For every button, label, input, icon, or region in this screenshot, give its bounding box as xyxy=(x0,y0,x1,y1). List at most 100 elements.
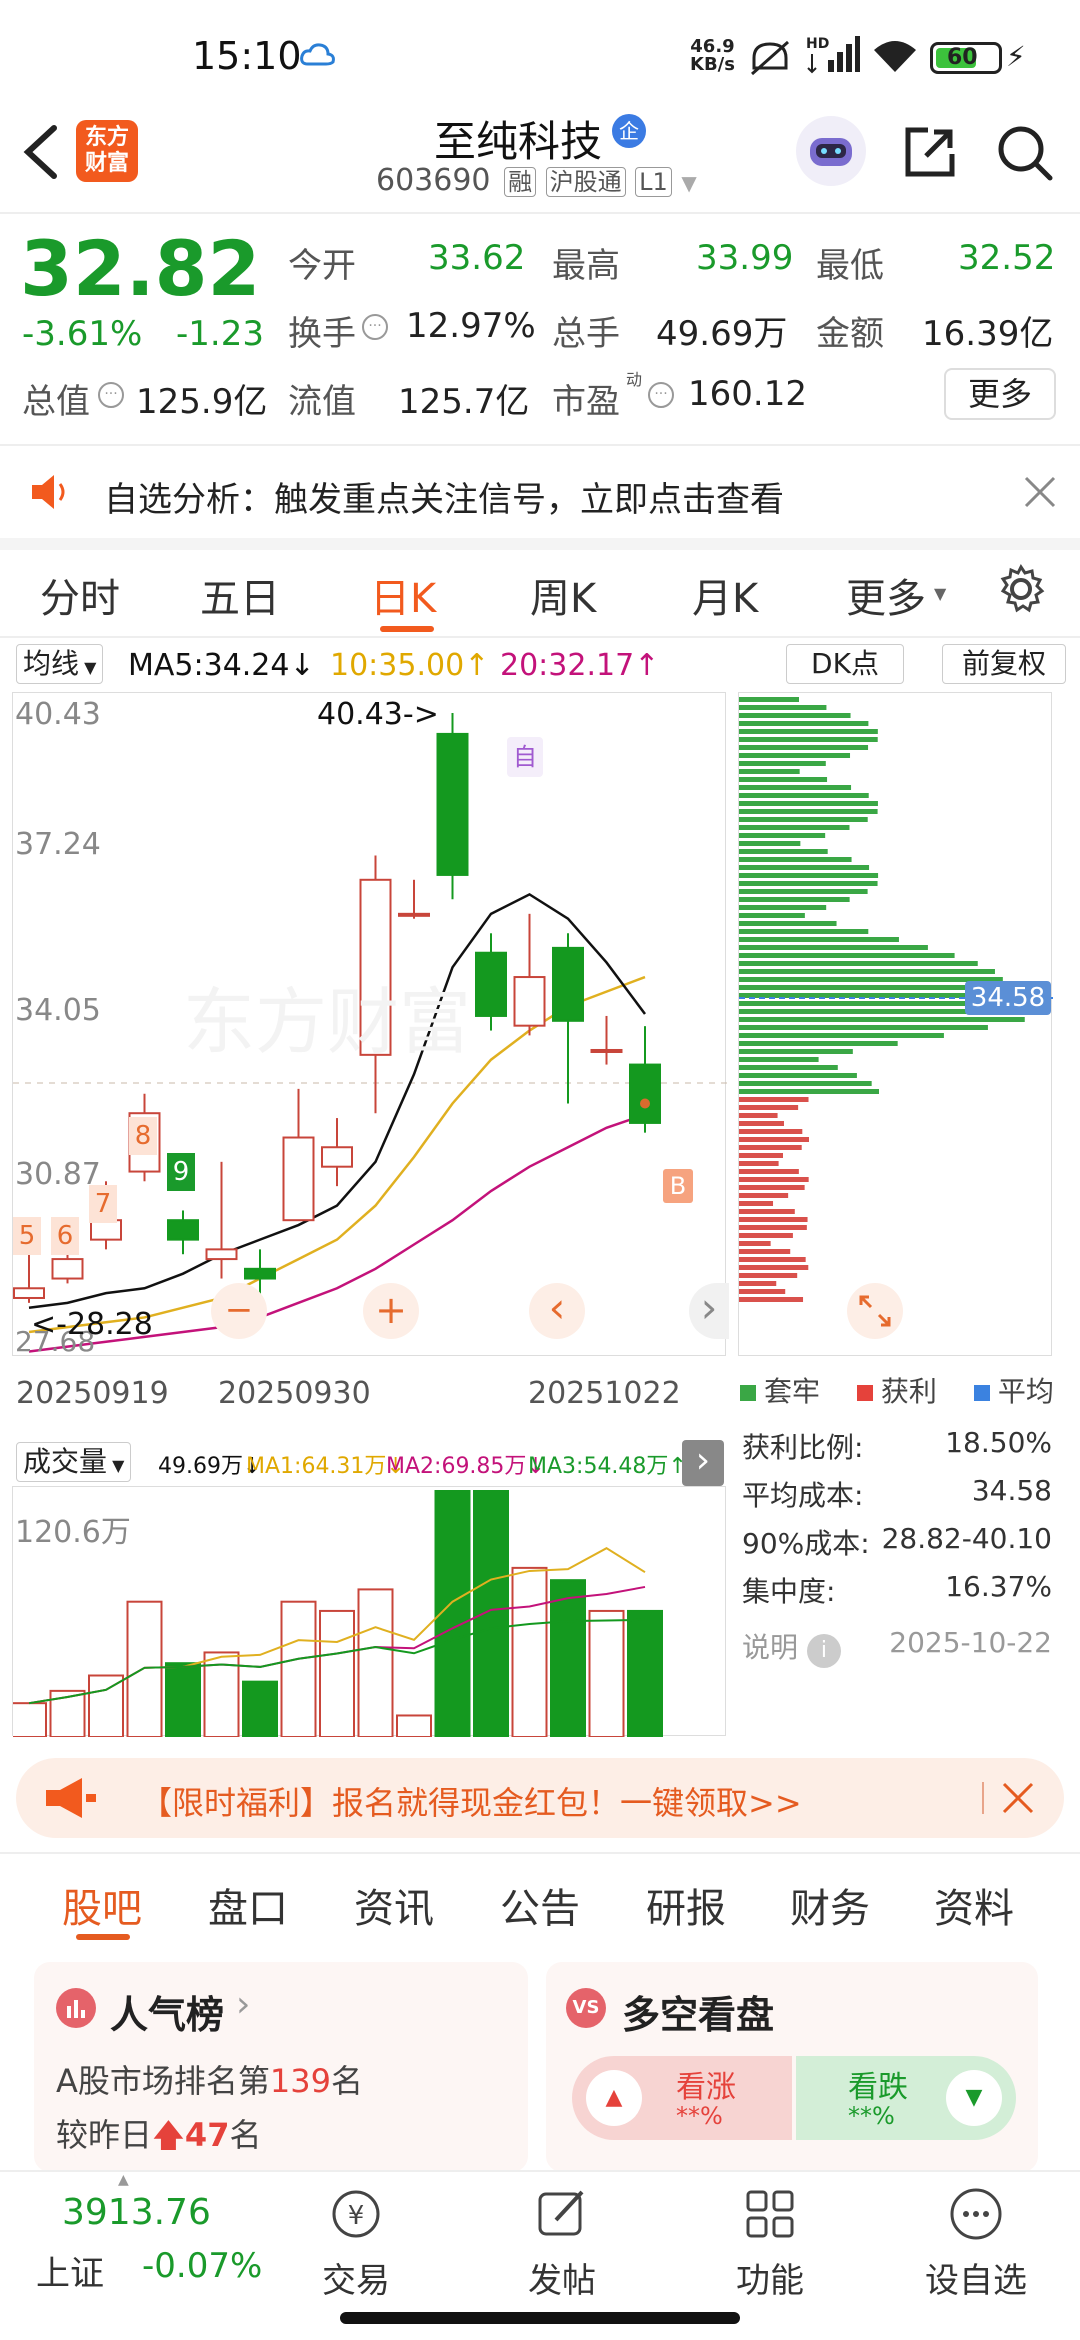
x-label-1: 20250930 xyxy=(218,1376,371,1411)
delta-suffix: 名 xyxy=(229,2116,262,2154)
tab-research[interactable]: 研报 xyxy=(646,1876,726,1934)
search-icon[interactable] xyxy=(996,124,1054,182)
dropdown-icon[interactable]: ▼ xyxy=(681,171,696,195)
ma-select[interactable]: 均线 ▼ xyxy=(16,644,104,684)
promo-banner[interactable]: 【限时福利】报名就得现金红包！一键领取>> xyxy=(16,1758,1064,1838)
info-icon[interactable]: ··· xyxy=(362,314,388,340)
tab-intraday[interactable]: 分时 xyxy=(40,566,120,624)
adjust-label: 前复权 xyxy=(961,647,1046,680)
zoom-out-button[interactable]: − xyxy=(211,1283,267,1339)
cost-distribution[interactable]: 34.58 xyxy=(738,692,1053,1356)
high-marker: 40.43-> xyxy=(317,697,439,732)
volume-expand-button[interactable]: › xyxy=(682,1440,724,1486)
prev-button[interactable]: ‹ xyxy=(529,1283,585,1339)
cost-bar xyxy=(739,1201,774,1206)
cost-bar xyxy=(739,1257,806,1262)
tab-orderbook[interactable]: 盘口 xyxy=(208,1876,288,1934)
megaphone-icon xyxy=(42,1776,98,1820)
vol-ma3-text: MA3:54.48万 xyxy=(528,1454,669,1479)
y-label-0: 40.43 xyxy=(15,697,101,732)
more-button[interactable]: 更多 xyxy=(944,368,1056,420)
volume-select[interactable]: 成交量 ▼ xyxy=(16,1442,132,1482)
candle-body xyxy=(552,946,584,1022)
ma10-text: 10:35.00 xyxy=(330,648,465,683)
info-icon[interactable]: ··· xyxy=(98,382,124,408)
tab-daily-k[interactable]: 日K xyxy=(370,566,436,624)
bull-value: **% xyxy=(676,2102,723,2130)
candle-body xyxy=(629,1063,661,1124)
nav-functions[interactable]: 功能 xyxy=(700,2184,840,2302)
info-icon[interactable]: ··· xyxy=(648,382,674,408)
cost-bar xyxy=(739,897,850,902)
cost-bar xyxy=(739,1169,799,1174)
speaker-icon xyxy=(28,472,74,512)
cost-bar xyxy=(739,1225,807,1230)
tab-news[interactable]: 资讯 xyxy=(354,1876,434,1934)
nav-trade[interactable]: ¥ 交易 xyxy=(286,2184,426,2302)
zoom-in-button[interactable]: + xyxy=(363,1283,419,1339)
cost-bar xyxy=(739,961,978,966)
volume-max-label: 120.6万 xyxy=(15,1515,131,1550)
margin-tag: 融 xyxy=(504,167,537,197)
turnover-label: 换手 xyxy=(288,314,356,354)
index-ticker[interactable]: 3913.76 上证 -0.07% xyxy=(30,2186,280,2296)
high-value: 33.99 xyxy=(696,238,794,278)
battery-icon: 60 xyxy=(930,42,1002,74)
rank-title: 人气榜 xyxy=(110,1993,225,2037)
close-icon[interactable] xyxy=(1020,472,1060,512)
rank-card[interactable]: 人气榜 › A股市场排名第139名 较昨日🡅47名 xyxy=(34,1962,528,2172)
tab-five-day[interactable]: 五日 xyxy=(200,566,280,624)
volume-chart[interactable]: 120.6万 xyxy=(11,1486,726,1739)
cost-bar xyxy=(739,857,852,862)
tab-forum[interactable]: 股吧 xyxy=(62,1876,142,1934)
share-icon[interactable] xyxy=(902,124,958,180)
expand-button[interactable] xyxy=(847,1283,903,1339)
volume-bar xyxy=(357,1588,394,1739)
nav-add-watchlist[interactable]: 设自选 xyxy=(906,2184,1046,2302)
nav-post-label: 发帖 xyxy=(528,2261,596,2301)
bull-button[interactable]: ▲ 看涨 **% xyxy=(572,2056,792,2140)
index-value: 3913.76 xyxy=(62,2192,211,2233)
adjust-button[interactable]: 前复权 xyxy=(942,644,1066,684)
cloud-icon xyxy=(300,42,336,68)
legend-average: 平均 xyxy=(973,1375,1054,1408)
amount-label: 金额 xyxy=(816,314,884,354)
active-tab-indicator xyxy=(76,1934,130,1940)
ma5-text: MA5:34.24 xyxy=(128,648,290,683)
cost-bar xyxy=(739,1161,779,1166)
notice-bar[interactable]: 自选分析：触发重点关注信号，立即点击查看 xyxy=(0,446,1080,538)
settings-gear-icon[interactable] xyxy=(996,564,1046,614)
dk-point-button[interactable]: DK点 xyxy=(786,644,904,684)
cost-bar xyxy=(739,865,870,870)
tab-finance[interactable]: 财务 xyxy=(790,1876,870,1934)
arrow-up-icon: 🡅 xyxy=(152,2116,185,2154)
tab-announcements[interactable]: 公告 xyxy=(500,1876,580,1934)
robot-avatar-icon[interactable] xyxy=(796,116,866,186)
stat-value: 28.82-40.10 xyxy=(881,1522,1052,1555)
volume-bar xyxy=(627,1609,663,1738)
vs-card[interactable]: VS 多空看盘 ▲ 看涨 **% 看跌 **% ▼ xyxy=(546,1962,1038,2172)
cost-bar xyxy=(739,729,878,734)
close-icon[interactable] xyxy=(998,1778,1038,1818)
tab-monthly-k[interactable]: 月K xyxy=(692,566,758,624)
legend-profit-label: 获利 xyxy=(880,1375,937,1408)
tab-more[interactable]: 更多 xyxy=(846,566,926,624)
legend-trapped-label: 套牢 xyxy=(764,1375,821,1408)
tab-weekly-k[interactable]: 周K xyxy=(530,566,596,624)
legend-profit: 获利 xyxy=(856,1375,937,1408)
nav-post[interactable]: 发帖 xyxy=(492,2184,632,2302)
app-logo[interactable]: 东方 财富 xyxy=(76,120,138,182)
caret-down-icon: ▼ xyxy=(107,1456,125,1475)
cost-bar xyxy=(739,1273,798,1278)
cost-bar xyxy=(739,753,851,758)
header: 东方 财富 至纯科技 企 603690 融 沪股通 L1 ▼ xyxy=(0,100,1080,212)
back-icon[interactable] xyxy=(18,120,62,184)
bear-button[interactable]: 看跌 **% ▼ xyxy=(796,2056,1016,2140)
kline-chart[interactable]: 东方财富 40.43 37.24 34.05 30.87 27.68 40.43… xyxy=(12,692,729,1358)
cost-bar xyxy=(739,1025,988,1030)
note-row[interactable]: 说明 i 2025-10-22 xyxy=(742,1626,1052,1668)
cost-bar xyxy=(739,705,827,710)
tab-profile[interactable]: 资料 xyxy=(934,1876,1014,1934)
edit-icon xyxy=(538,2190,584,2236)
low-marker: <-28.28 xyxy=(31,1307,153,1342)
